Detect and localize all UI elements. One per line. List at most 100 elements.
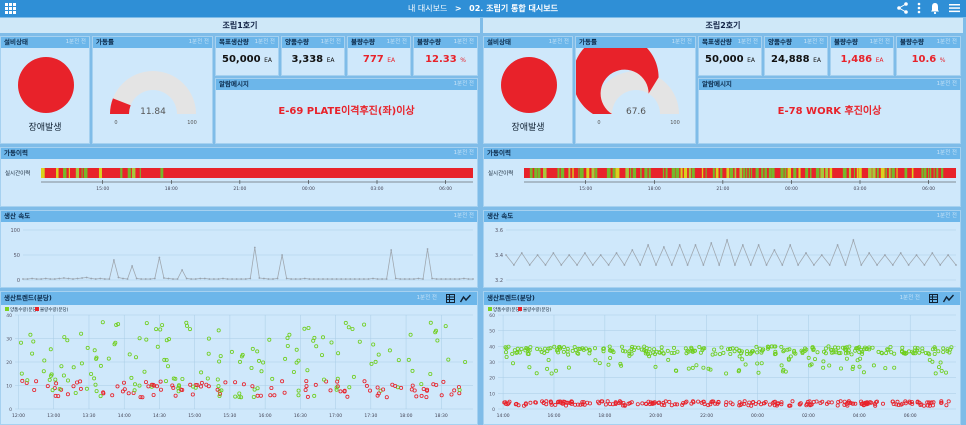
speed-updated: 1분전 전 [453,213,474,219]
uptime-segment [941,168,944,178]
share-icon[interactable] [897,2,908,14]
trend-good-point [199,370,204,375]
speed-point [149,278,152,280]
trend-good-point [446,357,451,362]
status-light [501,57,557,113]
speed-point [655,264,657,266]
speed-point [718,264,721,266]
kpi-unit: EA [875,57,884,64]
uptime-row-label: 실시간이력 [5,169,30,177]
speed-point [308,278,311,280]
trend-good-point [876,349,881,354]
speed-point [591,264,594,266]
trend-box: 생산트렌드(분당) 1분전 전 양품수량(분당) 불량수량(분당) 40 30 20 10… [0,291,478,425]
trend-bad-point [204,382,209,387]
trend-good-point [932,352,937,357]
line-chart-icon[interactable] [460,294,471,303]
uptime-segment [120,168,123,178]
trend-box: 생산트렌드(분당) 1분전 전 양품수량(분당) 불량수량(분당) 60 50 40 30… [483,291,961,425]
uptime-tick-label: 00:00 [302,186,315,192]
kpi-number: 12.33 [425,54,457,65]
trend-bad-point [669,403,674,408]
uptime-segment [529,168,533,178]
trend-bad-point [328,388,333,393]
trend-good-point [296,393,301,398]
trend-good-point [938,360,943,365]
uptime-segment [751,168,753,178]
trend-good-point [93,382,98,387]
uptime-segment [829,168,833,178]
trend-good-point [728,352,733,357]
trend-good-point [387,348,392,353]
trend-ytick: 20 [6,360,12,366]
kpi-value: 50,000 EA [216,54,278,65]
trend-good-point [215,377,220,382]
breadcrumb-home[interactable]: 내 대시보드 [408,4,447,13]
trend-bad-point [268,393,273,398]
table-view-icon[interactable] [446,294,455,303]
alarm-label: 알람메시지 [702,80,732,88]
trend-good-point [319,353,324,358]
uptime-segment [83,168,88,178]
speed-point [203,277,206,280]
gauge-updated: 1분전 전 [671,39,692,45]
uptime-segment [768,168,772,178]
more-vert-icon[interactable] [917,2,921,14]
kpi-updated: 1분전 전 [453,39,474,45]
speed-point [868,252,871,254]
trend-bad-point [304,379,309,384]
uptime-segment [595,168,598,178]
trend-good-point [706,366,711,371]
trend-bad-point [110,393,115,398]
speed-point [467,278,470,280]
panel-title: 조립1호기 [0,18,480,33]
trend-good-point [79,331,84,336]
table-view-icon[interactable] [929,294,938,303]
trend-good-point [283,356,288,361]
trend-good-point [779,363,784,368]
speed-point [126,278,129,280]
uptime-segment [701,168,704,178]
speed-point [417,277,420,280]
uptime-segment [793,168,797,178]
trend-good-point [127,352,132,357]
speed-point [163,277,165,279]
trend-good-point [927,358,932,363]
trend-bad-point [842,399,847,404]
speed-point [335,278,338,280]
uptime-segment [911,168,914,178]
speed-point [584,252,586,254]
trend-good-point [503,350,508,355]
trend-bad-point [269,386,274,391]
trend-xtick: 15:30 [223,413,236,419]
kpi-box: 양품수량 1분전 전 24,888 EA [764,36,828,76]
speed-point [765,264,768,266]
trend-xtick: 12:00 [12,413,25,419]
speed-point [899,252,902,254]
trend-bad-point [528,400,533,405]
speed-point [44,277,47,280]
line-chart-icon[interactable] [943,294,954,303]
kpi-unit: EA [264,57,272,64]
uptime-segment [872,168,876,178]
trend-bad-point [188,382,193,387]
speed-point [131,265,133,267]
legend-bad-label: 불량수량(분당) [40,306,69,313]
kpi-updated: 1분전 전 [320,39,341,45]
speed-point [267,278,270,280]
trend-bad-point [399,385,404,390]
kpi-label: 불량수량 [900,38,924,46]
trend-good-point [41,369,46,374]
uptime-tick-label: 18:00 [165,186,178,192]
trend-good-point [666,357,671,362]
trend-good-point [408,332,413,337]
trend-bad-point [375,385,380,390]
bell-icon[interactable] [930,2,940,14]
trend-updated: 1분전 전 [416,295,437,301]
trend-good-point [237,391,242,396]
trend-good-point [519,347,524,352]
trend-good-point [652,347,657,352]
trend-good-point [92,376,97,381]
trend-bad-point [280,379,285,384]
menu-icon[interactable] [949,2,960,14]
